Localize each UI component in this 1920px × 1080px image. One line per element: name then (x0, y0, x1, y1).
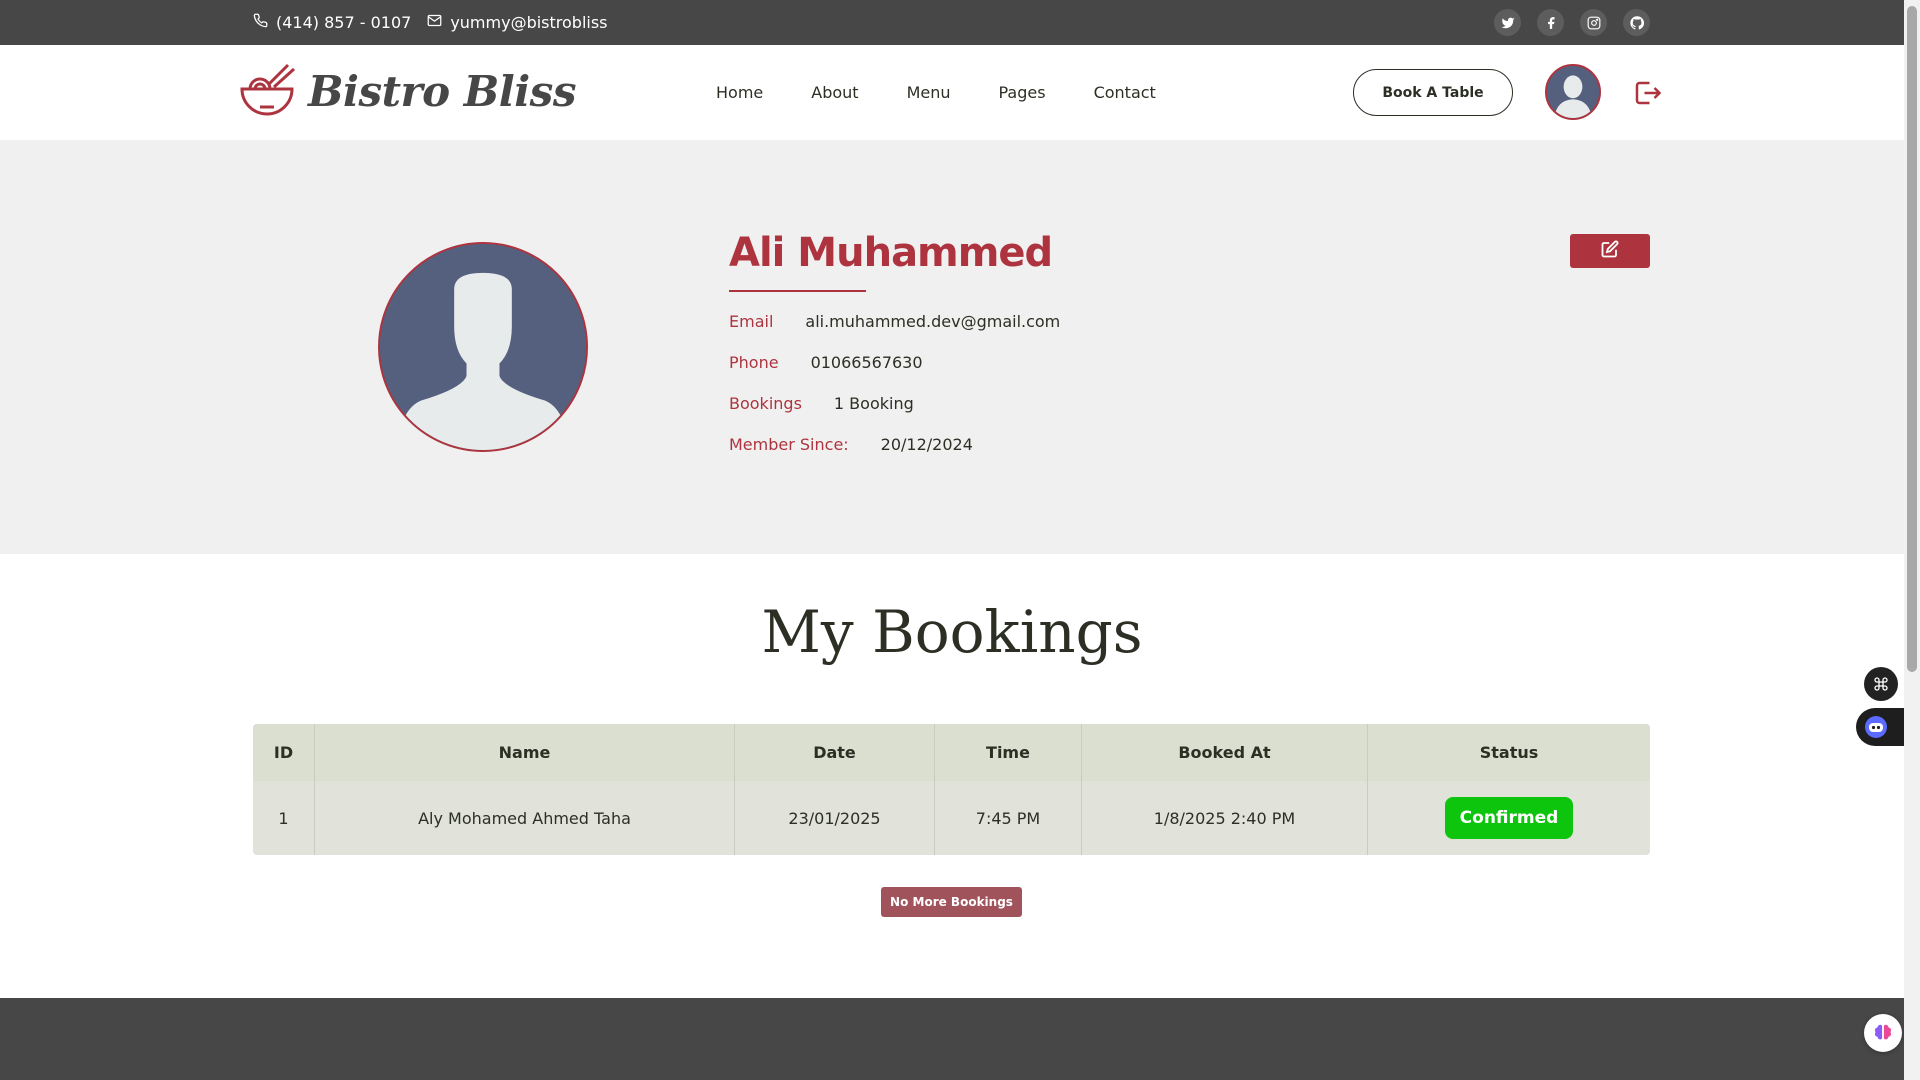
column-header-name: Name (315, 724, 735, 781)
brand-logo[interactable]: Bistro Bliss (238, 61, 576, 121)
scrollbar-thumb[interactable] (1907, 6, 1917, 672)
profile-avatar (378, 242, 588, 452)
email-row: Email ali.muhammed.dev@gmail.com (729, 312, 1060, 331)
book-table-button[interactable]: Book A Table (1353, 69, 1513, 116)
phone-value: 01066567630 (810, 353, 923, 372)
phone-row: Phone 01066567630 (729, 353, 923, 372)
brain-extension-icon[interactable] (1864, 1014, 1902, 1052)
member-since-value: 20/12/2024 (880, 435, 973, 454)
instagram-icon[interactable] (1580, 9, 1607, 36)
member-since-label: Member Since: (729, 435, 849, 454)
phone-label: Phone (729, 353, 779, 372)
main-nav: Home About Menu Pages Contact (716, 45, 1204, 140)
cell-time: 7:45 PM (935, 781, 1082, 855)
phone-number: (414) 857 - 0107 (276, 13, 412, 32)
column-header-id: ID (253, 724, 315, 781)
email-contact[interactable]: yummy@bistrobliss (427, 13, 608, 32)
profile-name: Ali Muhammed (729, 230, 1053, 276)
email-value: ali.muhammed.dev@gmail.com (805, 312, 1061, 331)
email-address: yummy@bistrobliss (450, 13, 608, 32)
nav-home[interactable]: Home (716, 83, 763, 102)
phone-contact[interactable]: (414) 857 - 0107 (253, 13, 411, 32)
bookings-label: Bookings (729, 394, 802, 413)
page-scrollbar[interactable] (1904, 0, 1920, 1080)
bookings-value: 1 Booking (833, 394, 914, 413)
cell-date: 23/01/2025 (735, 781, 935, 855)
nav-pages[interactable]: Pages (999, 83, 1046, 102)
edit-icon (1601, 240, 1619, 262)
nav-menu[interactable]: Menu (907, 83, 951, 102)
cell-id: 1 (253, 781, 315, 855)
edit-profile-button[interactable] (1570, 234, 1650, 268)
bookings-title: My Bookings (761, 598, 1143, 666)
column-header-status: Status (1479, 743, 1539, 762)
top-info-bar: (414) 857 - 0107 yummy@bistrobliss (0, 0, 1904, 45)
contact-info: (414) 857 - 0107 yummy@bistrobliss (253, 0, 608, 45)
member-since-row: Member Since: 20/12/2024 (729, 435, 973, 454)
no-more-bookings-button[interactable]: No More Bookings (881, 887, 1022, 917)
facebook-icon[interactable] (1537, 9, 1564, 36)
main-header: Bistro Bliss Home About Menu Pages Conta… (0, 45, 1904, 140)
bookings-table: ID Name Date Time Booked At Status 1 Aly… (253, 724, 1650, 855)
cell-status: Confirmed (1368, 781, 1650, 855)
footer (0, 998, 1904, 1080)
user-avatar[interactable] (1545, 64, 1601, 120)
email-label: Email (729, 312, 774, 331)
brand-name: Bistro Bliss (308, 66, 576, 116)
column-header-booked-at: Booked At (1082, 724, 1368, 781)
cell-name: Aly Mohamed Ahmed Taha (315, 781, 735, 855)
phone-icon (253, 13, 268, 32)
nav-contact[interactable]: Contact (1094, 83, 1156, 102)
status-badge: Confirmed (1445, 797, 1573, 839)
name-underline (729, 290, 866, 292)
bowl-logo-icon (238, 61, 296, 121)
twitter-icon[interactable] (1494, 9, 1521, 36)
command-shortcut-icon[interactable] (1864, 667, 1898, 701)
nav-about[interactable]: About (811, 83, 858, 102)
profile-section: Ali Muhammed Email ali.muhammed.dev@gmai… (0, 140, 1904, 554)
table-row: 1 Aly Mohamed Ahmed Taha 23/01/2025 7:45… (253, 781, 1650, 855)
assistant-widget-icon[interactable] (1856, 708, 1904, 746)
logout-icon[interactable] (1632, 78, 1662, 112)
mail-icon (427, 13, 442, 32)
social-links (1494, 9, 1650, 36)
column-header-date: Date (735, 724, 935, 781)
cell-booked-at: 1/8/2025 2:40 PM (1082, 781, 1368, 855)
table-header: ID Name Date Time Booked At Status (253, 724, 1650, 781)
github-icon[interactable] (1623, 9, 1650, 36)
bookings-row: Bookings 1 Booking (729, 394, 914, 413)
column-header-time: Time (935, 724, 1082, 781)
